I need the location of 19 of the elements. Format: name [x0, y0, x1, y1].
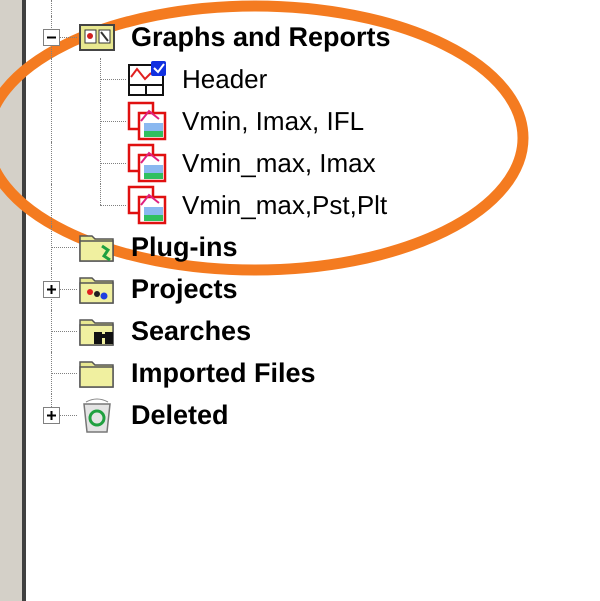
tree-item-label[interactable]: Searches: [131, 310, 252, 352]
plus-icon: [46, 410, 57, 421]
tree-item-label[interactable]: Imported Files: [131, 352, 316, 394]
graph-icon: [127, 143, 167, 183]
expand-toggle[interactable]: [43, 281, 60, 298]
tree-item-label[interactable]: Plug-ins: [131, 226, 238, 268]
graph-icon: [127, 101, 167, 141]
tree-item-label[interactable]: Vmin, Imax, IFL: [182, 102, 364, 140]
tree-item-label[interactable]: Vmin_max, Imax: [182, 144, 376, 182]
plus-icon: [46, 284, 57, 295]
tree-item-label[interactable]: Header: [182, 60, 268, 98]
tree-item-label[interactable]: Deleted: [131, 394, 229, 436]
tree-item-label[interactable]: Vmin_max,Pst,Plt: [182, 186, 388, 224]
graph-icon: [127, 185, 167, 225]
tree-item-label[interactable]: Graphs and Reports: [131, 16, 391, 58]
expand-toggle[interactable]: [43, 407, 60, 424]
collapse-toggle[interactable]: [43, 29, 60, 46]
tree-item-label[interactable]: Projects: [131, 268, 238, 310]
chart-check-icon: [127, 61, 167, 97]
